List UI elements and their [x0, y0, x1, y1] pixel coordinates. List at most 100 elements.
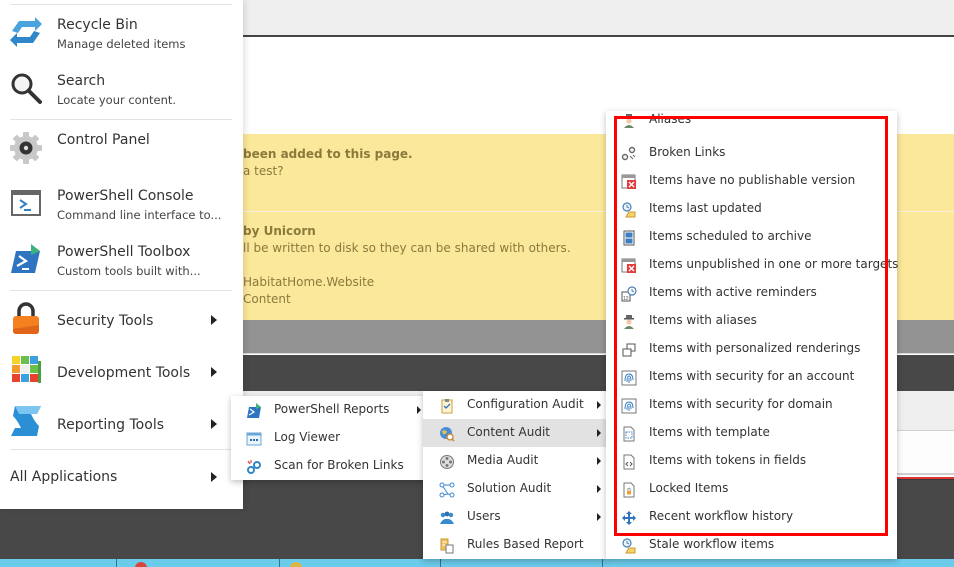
menu-item-solution-audit[interactable]: Solution Audit — [423, 475, 607, 503]
notice-text: been added to this page. — [243, 147, 413, 161]
start-item-title: Development Tools — [57, 365, 191, 381]
unpublished-icon — [621, 258, 636, 273]
menu-item-label: Content Audit — [467, 425, 551, 439]
menu-item-items-unpublished-in-one-or-more-targets[interactable]: Items unpublished in one or more targets — [606, 251, 898, 279]
menu-item-configuration-audit[interactable]: Configuration Audit — [423, 391, 607, 419]
recycle-bin-icon — [10, 17, 42, 47]
start-item-title: Search — [57, 73, 106, 89]
start-item-search[interactable]: Search Locate your content. — [0, 68, 243, 120]
menu-item-label: Solution Audit — [467, 481, 552, 495]
taskbar-button[interactable] — [116, 559, 279, 567]
menu-item-items-with-security-for-domain[interactable]: Items with security for domain — [606, 391, 897, 419]
start-item-reporting-tools[interactable]: Reporting Tools — [0, 400, 243, 452]
divider — [10, 4, 232, 5]
start-item-subtitle: Command line interface to... — [57, 208, 222, 222]
alias-person-icon — [624, 114, 634, 128]
menu-item-items-with-template[interactable]: Items with template — [606, 419, 897, 447]
menu-item-label: Stale workflow items — [649, 537, 775, 551]
menu-item-label: Items scheduled to archive — [649, 229, 812, 243]
menu-item-label: Log Viewer — [274, 430, 341, 444]
taskbar-button[interactable] — [279, 559, 440, 567]
submenu-arrow-icon — [211, 419, 217, 429]
notice-text: Content — [243, 292, 291, 306]
locked-document-icon — [623, 482, 635, 498]
start-item-title: Control Panel — [57, 132, 150, 148]
taskbar-button[interactable] — [440, 559, 602, 567]
reporting-icon — [11, 406, 41, 436]
start-item-all-applications[interactable]: All Applications — [0, 455, 243, 501]
menu-item-label: Items with personalized renderings — [649, 341, 861, 355]
submenu-arrow-icon — [597, 457, 601, 465]
menu-item-powershell-reports[interactable]: PowerShell Reports — [231, 396, 426, 424]
gear-icon — [10, 132, 42, 164]
menu-item-label: Configuration Audit — [467, 397, 584, 411]
menu-item-users[interactable]: Users — [423, 503, 607, 531]
start-item-title: PowerShell Toolbox — [57, 244, 191, 260]
broken-link-icon — [621, 146, 636, 161]
menu-item-items-with-security-for-an-account[interactable]: Items with security for an account — [606, 363, 897, 391]
menu-item-content-audit[interactable]: Content Audit — [423, 419, 607, 447]
menu-item-items-with-tokens-in-fields[interactable]: Items with tokens in fields — [606, 447, 897, 475]
start-item-title: Recycle Bin — [57, 17, 138, 33]
taskbar-button[interactable] — [602, 559, 954, 567]
calendar-clock-icon: 12 — [621, 286, 637, 302]
start-item-powershell-console[interactable]: PowerShell Console Command line interfac… — [0, 183, 243, 235]
menu-item-broken-links[interactable]: Broken Links — [606, 139, 897, 167]
start-item-subtitle: Custom tools built with... — [57, 264, 201, 278]
reporting-tools-menu: PowerShell Reports Log Viewer Scan for B… — [231, 396, 426, 480]
unpublishable-icon — [621, 174, 636, 189]
menu-item-aliases[interactable]: Aliases — [606, 111, 897, 139]
start-item-recycle-bin[interactable]: Recycle Bin Manage deleted items — [0, 12, 243, 64]
submenu-arrow-icon — [211, 315, 217, 325]
globe-search-icon — [440, 427, 455, 442]
menu-item-rules-based-report[interactable]: Rules Based Report — [423, 531, 607, 559]
menu-item-items-have-no-publishable-version[interactable]: Items have no publishable version — [606, 167, 897, 195]
app-icon — [135, 562, 147, 567]
powershell-toolbox-icon — [11, 244, 40, 273]
menu-item-locked-items[interactable]: Locked Items — [606, 475, 897, 503]
start-item-control-panel[interactable]: Control Panel — [0, 124, 243, 176]
menu-item-items-with-active-reminders[interactable]: 12 Items with active reminders — [606, 279, 897, 307]
divider — [10, 119, 232, 120]
menu-item-items-with-personalized-renderings[interactable]: Items with personalized renderings — [606, 335, 897, 363]
menu-item-label: Items with security for domain — [649, 397, 833, 411]
menu-item-label: Items with active reminders — [649, 285, 817, 299]
start-menu: Recycle Bin Manage deleted items Search … — [0, 0, 243, 509]
menu-item-label: PowerShell Reports — [274, 402, 390, 416]
menu-item-scan-broken-links[interactable]: Scan for Broken Links — [231, 452, 426, 480]
start-item-security-tools[interactable]: Security Tools — [0, 296, 243, 348]
notice-text: by Unicorn — [243, 224, 316, 238]
start-item-powershell-toolbox[interactable]: PowerShell Toolbox Custom tools built wi… — [0, 239, 243, 291]
lock-icon — [13, 302, 39, 334]
clock-scroll-icon — [622, 538, 636, 554]
notice-text: HabitatHome.Website — [243, 275, 375, 289]
svg-text:12: 12 — [623, 296, 629, 302]
notice-text: ll be written to disk so they can be sha… — [243, 241, 571, 255]
menu-item-label: Recent workflow history — [649, 509, 794, 523]
start-item-subtitle: Locate your content. — [57, 93, 177, 107]
menu-item-recent-workflow-history[interactable]: Recent workflow history — [606, 503, 897, 531]
menu-item-media-audit[interactable]: Media Audit — [423, 447, 607, 475]
divider — [10, 449, 232, 450]
log-viewer-icon — [246, 432, 262, 446]
fingerprint-icon — [621, 398, 637, 414]
submenu-arrow-icon — [597, 401, 601, 409]
rubiks-cube-icon — [12, 356, 41, 383]
menu-item-label: Aliases — [649, 112, 692, 126]
rules-report-icon — [440, 538, 454, 554]
menu-item-label: Items have no publishable version — [649, 173, 856, 187]
app-icon — [290, 562, 302, 567]
menu-item-label: Items with security for an account — [649, 369, 855, 383]
menu-item-label: Items last updated — [649, 201, 762, 215]
start-item-title: All Applications — [10, 469, 118, 485]
menu-item-items-last-updated[interactable]: Items last updated — [606, 195, 897, 223]
menu-item-log-viewer[interactable]: Log Viewer — [231, 424, 426, 452]
menu-item-items-with-aliases[interactable]: Items with aliases — [606, 307, 897, 335]
film-reel-icon — [440, 455, 454, 469]
menu-item-stale-workflow-items[interactable]: Stale workflow items — [606, 531, 897, 559]
start-item-development-tools[interactable]: Development Tools — [0, 348, 243, 400]
powershell-reports-icon — [247, 403, 261, 418]
menu-item-items-scheduled-to-archive[interactable]: Items scheduled to archive — [606, 223, 897, 251]
archive-cabinet-icon — [623, 230, 635, 246]
menu-item-label: Items with template — [649, 425, 770, 439]
